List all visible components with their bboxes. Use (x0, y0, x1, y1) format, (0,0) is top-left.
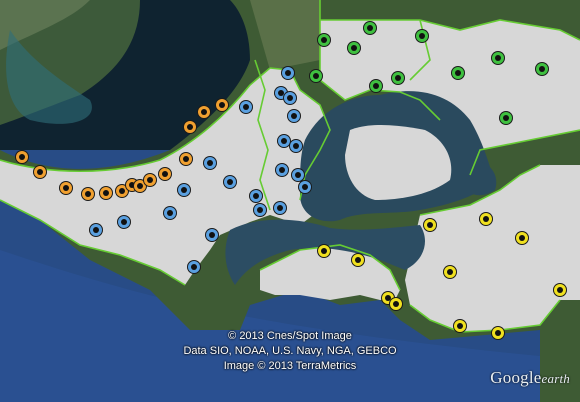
orange-electorate-marker[interactable] (60, 182, 72, 194)
green-electorate-marker[interactable] (452, 67, 464, 79)
blue-electorate-marker[interactable] (204, 157, 216, 169)
blue-electorate-marker[interactable] (188, 261, 200, 273)
blue-electorate-marker[interactable] (224, 176, 236, 188)
orange-electorate-marker[interactable] (216, 99, 228, 111)
blue-electorate-marker[interactable] (250, 190, 262, 202)
orange-electorate-marker[interactable] (198, 106, 210, 118)
green-electorate-marker[interactable] (536, 63, 548, 75)
yellow-electorate-marker[interactable] (390, 298, 402, 310)
blue-electorate-marker[interactable] (240, 101, 252, 113)
green-electorate-marker[interactable] (392, 72, 404, 84)
blue-electorate-marker[interactable] (274, 202, 286, 214)
green-electorate-marker[interactable] (492, 52, 504, 64)
yellow-electorate-marker[interactable] (352, 254, 364, 266)
yellow-electorate-marker[interactable] (444, 266, 456, 278)
blue-electorate-marker[interactable] (278, 135, 290, 147)
blue-electorate-marker[interactable] (118, 216, 130, 228)
logo-google: Google (490, 368, 542, 387)
blue-electorate-marker[interactable] (276, 164, 288, 176)
blue-electorate-marker[interactable] (164, 207, 176, 219)
green-electorate-marker[interactable] (310, 70, 322, 82)
orange-electorate-marker[interactable] (159, 168, 171, 180)
blue-electorate-marker[interactable] (90, 224, 102, 236)
map-view[interactable]: © 2013 Cnes/Spot Image Data SIO, NOAA, U… (0, 0, 580, 402)
orange-electorate-marker[interactable] (184, 121, 196, 133)
orange-electorate-marker[interactable] (144, 174, 156, 186)
blue-electorate-marker[interactable] (284, 92, 296, 104)
credit-line-2: Data SIO, NOAA, U.S. Navy, NGA, GEBCO (183, 345, 397, 357)
credit-line-1: © 2013 Cnes/Spot Image (228, 330, 352, 342)
google-earth-logo: Googleearth (490, 368, 570, 388)
blue-electorate-marker[interactable] (288, 110, 300, 122)
yellow-electorate-marker[interactable] (424, 219, 436, 231)
blue-electorate-marker[interactable] (206, 229, 218, 241)
yellow-electorate-marker[interactable] (480, 213, 492, 225)
blue-electorate-marker[interactable] (178, 184, 190, 196)
yellow-electorate-marker[interactable] (318, 245, 330, 257)
blue-electorate-marker[interactable] (254, 204, 266, 216)
orange-electorate-marker[interactable] (16, 151, 28, 163)
orange-electorate-marker[interactable] (100, 187, 112, 199)
blue-electorate-marker[interactable] (292, 169, 304, 181)
yellow-electorate-marker[interactable] (554, 284, 566, 296)
logo-earth: earth (541, 371, 570, 386)
orange-electorate-marker[interactable] (180, 153, 192, 165)
orange-electorate-marker[interactable] (34, 166, 46, 178)
yellow-electorate-marker[interactable] (516, 232, 528, 244)
green-electorate-marker[interactable] (370, 80, 382, 92)
green-electorate-marker[interactable] (416, 30, 428, 42)
green-electorate-marker[interactable] (318, 34, 330, 46)
green-electorate-marker[interactable] (500, 112, 512, 124)
green-electorate-marker[interactable] (364, 22, 376, 34)
blue-electorate-marker[interactable] (299, 181, 311, 193)
orange-electorate-marker[interactable] (82, 188, 94, 200)
blue-electorate-marker[interactable] (282, 67, 294, 79)
green-electorate-marker[interactable] (348, 42, 360, 54)
blue-electorate-marker[interactable] (290, 140, 302, 152)
